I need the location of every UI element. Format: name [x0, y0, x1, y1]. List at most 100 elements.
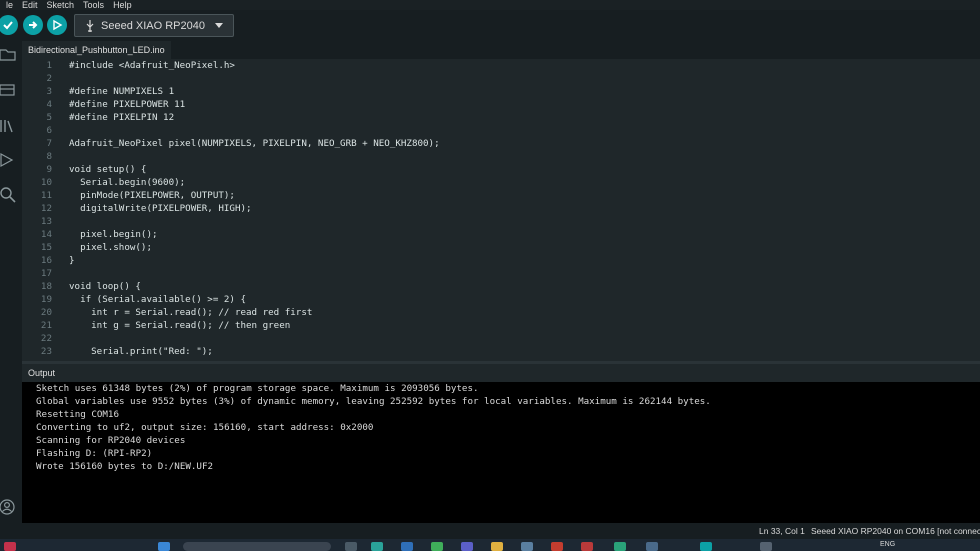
input-language[interactable]: ENG: [880, 541, 895, 549]
app-icon[interactable]: [551, 542, 563, 551]
taskbar-search[interactable]: [183, 542, 331, 551]
menu-help[interactable]: Help: [113, 0, 132, 10]
usb-icon: [86, 19, 94, 32]
line-number: 6: [46, 125, 52, 136]
code-line: 2: [22, 72, 52, 85]
code-text: pinMode(PIXELPOWER, OUTPUT);: [69, 190, 235, 201]
account-icon[interactable]: [0, 499, 16, 515]
line-number: 14: [40, 229, 52, 240]
code-line: 13: [22, 215, 52, 228]
code-editor[interactable]: 1 #include <Adafruit_NeoPixel.h> 2 3 #define…: [22, 59, 980, 361]
code-text: int r = Serial.read(); // read red first: [69, 307, 313, 318]
toolbar: Seeed XIAO RP2040: [0, 10, 980, 41]
menu-tools[interactable]: Tools: [83, 0, 104, 10]
code-text: if (Serial.available() >= 2) {: [69, 294, 247, 305]
app-icon[interactable]: [431, 542, 443, 551]
menu-sketch[interactable]: Sketch: [47, 0, 75, 10]
line-number: 13: [40, 216, 52, 227]
line-number: 15: [40, 242, 52, 253]
output-line: Scanning for RP2040 devices: [36, 435, 186, 446]
chevron-down-icon: [215, 23, 223, 28]
folder-icon[interactable]: [0, 46, 16, 62]
line-number: 11: [40, 190, 52, 201]
code-text: Serial.print("Red: ");: [69, 346, 213, 357]
arrow-right-icon: [29, 21, 38, 29]
code-text: pixel.begin();: [69, 229, 158, 240]
line-number: 10: [40, 177, 52, 188]
code-text: int g = Serial.read(); // then green: [69, 320, 291, 331]
output-header: Output: [22, 364, 980, 382]
line-number: 17: [40, 268, 52, 279]
line-number: 16: [40, 255, 52, 266]
app-icon[interactable]: [760, 542, 772, 551]
debug-button[interactable]: [47, 15, 67, 35]
upload-button[interactable]: [23, 15, 43, 35]
line-number: 20: [40, 307, 52, 318]
start-icon[interactable]: [158, 542, 170, 551]
library-manager-icon[interactable]: [0, 118, 16, 134]
folder-app-icon[interactable]: [491, 542, 503, 551]
code-text: void setup() {: [69, 164, 147, 175]
line-number: 5: [46, 112, 52, 123]
notification-badge-icon[interactable]: [4, 542, 16, 551]
menu-file[interactable]: le: [6, 0, 13, 10]
app-icon[interactable]: [345, 542, 357, 551]
app-icon[interactable]: [461, 542, 473, 551]
line-number: 7: [46, 138, 52, 149]
code-line: 7 Adafruit_NeoPixel pixel(NUMPIXELS, PIXE…: [22, 137, 439, 150]
line-number: 18: [40, 281, 52, 292]
menu-edit[interactable]: Edit: [22, 0, 38, 10]
code-line: 4 #define PIXELPOWER 11: [22, 98, 185, 111]
code-line: 15 pixel.show();: [22, 241, 152, 254]
code-line: 17: [22, 267, 52, 280]
app-icon[interactable]: [646, 542, 658, 551]
tab-sketch-file[interactable]: Bidirectional_Pushbutton_LED.ino: [22, 41, 171, 60]
code-line: 8: [22, 150, 52, 163]
code-text: #include <Adafruit_NeoPixel.h>: [69, 60, 235, 71]
board-name: Seeed XIAO RP2040: [101, 19, 205, 32]
line-number: 12: [40, 203, 52, 214]
line-number: 1: [46, 60, 52, 71]
debug-panel-icon[interactable]: [0, 152, 16, 168]
app-icon[interactable]: [401, 542, 413, 551]
code-line: 3 #define NUMPIXELS 1: [22, 85, 174, 98]
output-line: Global variables use 9552 bytes (3%) of …: [36, 396, 711, 407]
boards-manager-icon[interactable]: [0, 82, 16, 98]
verify-button[interactable]: [0, 15, 18, 35]
code-text: #define NUMPIXELS 1: [69, 86, 175, 97]
output-title: Output: [28, 368, 56, 378]
os-taskbar: ENG: [0, 539, 980, 551]
line-number: 4: [46, 99, 52, 110]
code-line: 23 Serial.print("Red: ");: [22, 345, 213, 358]
app-icon[interactable]: [521, 542, 533, 551]
app-icon[interactable]: [371, 542, 383, 551]
output-line: Wrote 156160 bytes to D:/NEW.UF2: [36, 461, 214, 472]
code-line: 14 pixel.begin();: [22, 228, 158, 241]
line-number: 8: [46, 151, 52, 162]
line-number: 19: [40, 294, 52, 305]
board-selector[interactable]: Seeed XIAO RP2040: [74, 14, 234, 37]
code-line: 22: [22, 332, 52, 345]
code-line: 1 #include <Adafruit_NeoPixel.h>: [22, 59, 235, 72]
line-number: 21: [40, 320, 52, 331]
code-text: Adafruit_NeoPixel pixel(NUMPIXELS, PIXEL…: [69, 138, 440, 149]
search-icon[interactable]: [0, 187, 16, 203]
code-line: 5 #define PIXELPIN 12: [22, 111, 174, 124]
output-line: Resetting COM16: [36, 409, 119, 420]
code-text: }: [69, 255, 75, 266]
debug-icon: [53, 19, 63, 31]
line-number: 22: [40, 333, 52, 344]
line-number: 23: [40, 346, 52, 357]
code-text: void loop() {: [69, 281, 141, 292]
cursor-position: Ln 33, Col 1: [759, 526, 805, 536]
app-icon[interactable]: [581, 542, 593, 551]
arduino-ide-icon[interactable]: [700, 542, 712, 551]
line-number: 3: [46, 86, 52, 97]
code-line: 19 if (Serial.available() >= 2) {: [22, 293, 246, 306]
output-line: Flashing D: (RPI-RP2): [36, 448, 153, 459]
output-console[interactable]: Sketch uses 61348 bytes (2%) of program …: [22, 382, 980, 523]
code-text: #define PIXELPOWER 11: [69, 99, 186, 110]
sidebar: [0, 41, 22, 524]
app-icon[interactable]: [614, 542, 626, 551]
board-connection-status[interactable]: Seeed XIAO RP2040 on COM16 [not connecte…: [811, 523, 980, 539]
